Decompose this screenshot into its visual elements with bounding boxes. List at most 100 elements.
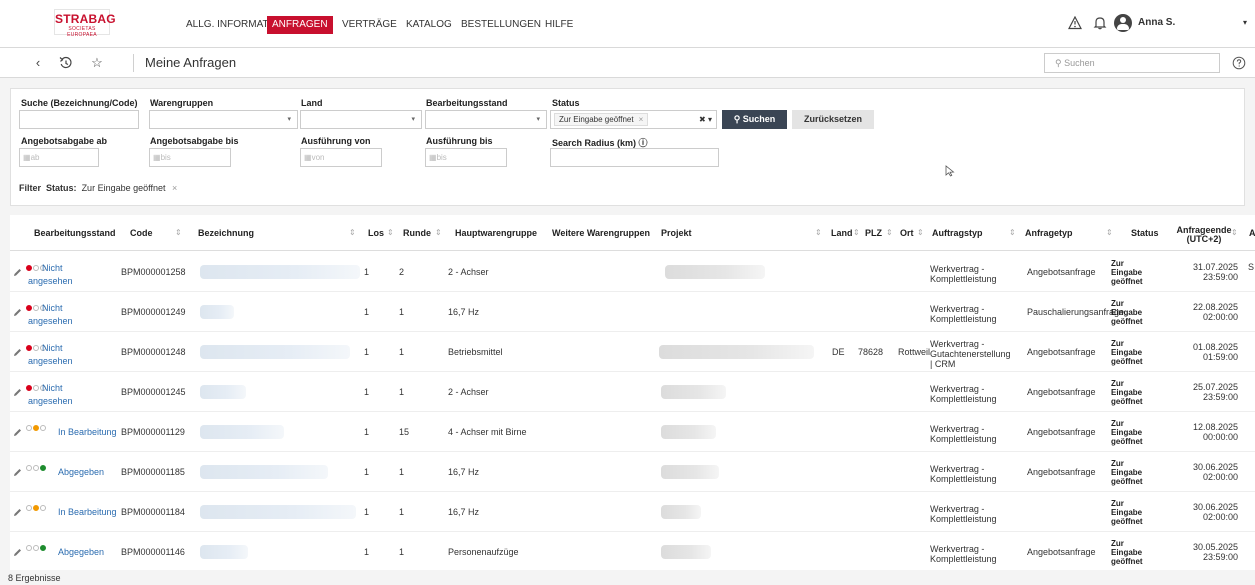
angebot-ab-datepicker[interactable]: ▦ab — [19, 148, 99, 167]
edit-pencil-icon[interactable] — [13, 268, 22, 277]
table-row[interactable]: Nicht angesehen BPM000001245 1 1 2 - Achser We… — [10, 372, 1255, 412]
favorite-star-icon[interactable]: ☆ — [89, 55, 105, 71]
stand-link-line2[interactable]: angesehen — [28, 356, 73, 366]
col-code[interactable]: Code — [130, 215, 153, 251]
sort-icon[interactable]: ⇕ — [349, 215, 356, 251]
col-ort[interactable]: Ort — [900, 215, 914, 251]
edit-pencil-icon[interactable] — [13, 548, 22, 557]
table-row[interactable]: In Bearbeitung BPM000001184 1 1 16,7 Hz Werkv… — [10, 492, 1255, 532]
stand-link-line2[interactable]: angesehen — [28, 276, 73, 286]
stand-link[interactable]: Abgegeben — [58, 467, 104, 477]
global-search-input[interactable]: ⚲ Suchen — [1044, 53, 1220, 73]
col-weitere-warengruppen[interactable]: Weitere Warengruppen — [552, 215, 650, 251]
back-chevron-left-icon[interactable]: ‹ — [30, 55, 46, 71]
stand-link-line2[interactable]: angesehen — [28, 396, 73, 406]
search-field[interactable] — [19, 110, 139, 129]
nav-hilfe[interactable]: HILFE — [545, 16, 573, 34]
stand-link[interactable]: Nicht — [42, 343, 63, 353]
bearbeitungsstand-select[interactable]: ▾ — [425, 110, 547, 129]
status-line3: geöffnet — [1111, 517, 1143, 526]
sort-icon[interactable]: ⇕ — [853, 215, 860, 251]
anfrageende-time: 23:59:00 — [1202, 392, 1238, 402]
sort-icon[interactable]: ⇕ — [1106, 215, 1113, 251]
stand-link[interactable]: In Bearbeitung — [58, 427, 117, 437]
runde-cell: 1 — [399, 547, 405, 557]
nav-bestellungen[interactable]: BESTELLUNGEN — [461, 16, 541, 34]
land-label: Land — [301, 98, 323, 108]
search-button[interactable]: ⚲ Suchen — [722, 110, 787, 129]
edit-pencil-icon[interactable] — [13, 308, 22, 317]
filter-remove-icon[interactable]: × — [172, 183, 177, 193]
stand-link[interactable]: In Bearbeitung — [58, 507, 117, 517]
col-los[interactable]: Los — [368, 215, 384, 251]
edit-pencil-icon[interactable] — [13, 428, 22, 437]
ausf-bis-label: Ausführung bis — [426, 136, 493, 146]
user-menu-chevron-down-icon[interactable]: ▾ — [1243, 18, 1247, 27]
code-cell: BPM000001146 — [121, 547, 185, 557]
stand-link[interactable]: Abgegeben — [58, 547, 104, 557]
table-row[interactable]: Abgegeben BPM000001146 1 1 Personenaufzüge We… — [10, 532, 1255, 570]
runde-cell: 15 — [399, 427, 410, 437]
col-status[interactable]: Status — [1131, 215, 1159, 251]
ausf-von-datepicker[interactable]: ▦von — [300, 148, 382, 167]
col-runde[interactable]: Runde — [403, 215, 431, 251]
col-plz[interactable]: PLZ — [865, 215, 882, 251]
warengruppen-select[interactable]: ▾ — [149, 110, 298, 129]
sort-icon[interactable]: ⇕ — [815, 215, 822, 251]
sort-icon[interactable]: ⇕ — [387, 215, 394, 251]
anfrageende-time: 02:00:00 — [1202, 512, 1238, 522]
col-auftragstyp[interactable]: Auftragstyp — [932, 215, 983, 251]
col-anfragetyp[interactable]: Anfragetyp — [1025, 215, 1073, 251]
table-row[interactable]: Nicht angesehen BPM000001258 1 2 2 - Achser We… — [10, 252, 1255, 292]
nav-anfragen[interactable]: ANFRAGEN — [267, 16, 333, 34]
nav-vertraege[interactable]: VERTRÄGE — [342, 16, 397, 34]
bell-icon[interactable] — [1093, 16, 1107, 30]
angebot-bis-datepicker[interactable]: ▦bis — [149, 148, 231, 167]
sort-icon[interactable]: ⇕ — [435, 215, 442, 251]
col-projekt[interactable]: Projekt — [661, 215, 692, 251]
table-row[interactable]: Nicht angesehen BPM000001249 1 1 16,7 Hz Werkv… — [10, 292, 1255, 332]
sort-icon[interactable]: ⇕ — [1009, 215, 1016, 251]
edit-pencil-icon[interactable] — [13, 388, 22, 397]
land-select[interactable]: ▾ — [300, 110, 422, 129]
strabag-logo[interactable]: STRABAG SOCIETAS EUROPAEA — [54, 9, 116, 38]
redacted-bezeichnung — [200, 505, 356, 519]
col-hauptwarengruppe[interactable]: Hauptwarengruppe — [455, 215, 537, 251]
user-avatar-icon[interactable] — [1114, 14, 1132, 32]
history-icon[interactable] — [58, 55, 74, 71]
clear-and-chevron-icon[interactable]: ✖ ▾ — [699, 111, 712, 128]
table-row[interactable]: Abgegeben BPM000001185 1 1 16,7 Hz Werkvertra… — [10, 452, 1255, 492]
table-row[interactable]: In Bearbeitung BPM000001129 1 15 4 - Achser … — [10, 412, 1255, 452]
stand-link[interactable]: Nicht — [42, 303, 63, 313]
table-row[interactable]: Nicht angesehen BPM000001248 1 1 Betriebsmitt… — [10, 332, 1255, 372]
col-bearbeitungsstand[interactable]: Bearbeitungsstand — [34, 215, 116, 251]
hauptwarengruppe-cell: 16,7 Hz — [448, 467, 480, 477]
radius-field[interactable] — [550, 148, 719, 167]
status-line1: Zur — [1111, 499, 1124, 508]
stand-link-line2[interactable]: angesehen — [28, 316, 73, 326]
stand-link[interactable]: Nicht — [42, 383, 63, 393]
sort-icon[interactable]: ⇕ — [175, 215, 182, 251]
anfragetyp-cell: Angebotsanfrage — [1027, 387, 1096, 397]
warning-icon[interactable] — [1068, 16, 1082, 30]
col-land[interactable]: Land — [831, 215, 853, 251]
status-multiselect[interactable]: Zur Eingabe geöffnet × ✖ ▾ — [550, 110, 717, 129]
user-name[interactable]: Anna S. — [1138, 17, 1175, 28]
ausf-bis-datepicker[interactable]: ▦bis — [425, 148, 507, 167]
status-line2: Eingabe — [1111, 468, 1143, 477]
edit-pencil-icon[interactable] — [13, 508, 22, 517]
col-bezeichnung[interactable]: Bezeichnung — [198, 215, 254, 251]
chip-remove-icon[interactable]: × — [639, 115, 644, 124]
sort-icon[interactable]: ⇕ — [886, 215, 893, 251]
info-icon[interactable]: ⓘ — [639, 138, 648, 148]
nav-katalog[interactable]: KATALOG — [406, 16, 452, 34]
auftragstyp-line1: Werkvertrag - — [930, 339, 985, 349]
reset-button[interactable]: Zurücksetzen — [792, 110, 874, 129]
edit-pencil-icon[interactable] — [13, 468, 22, 477]
help-icon[interactable] — [1232, 56, 1246, 70]
status-chip[interactable]: Zur Eingabe geöffnet × — [554, 113, 649, 126]
stand-link[interactable]: Nicht — [42, 263, 63, 273]
sort-icon[interactable]: ⇕ — [917, 215, 924, 251]
edit-pencil-icon[interactable] — [13, 348, 22, 357]
sort-icon[interactable]: ⇕ — [1231, 215, 1238, 251]
